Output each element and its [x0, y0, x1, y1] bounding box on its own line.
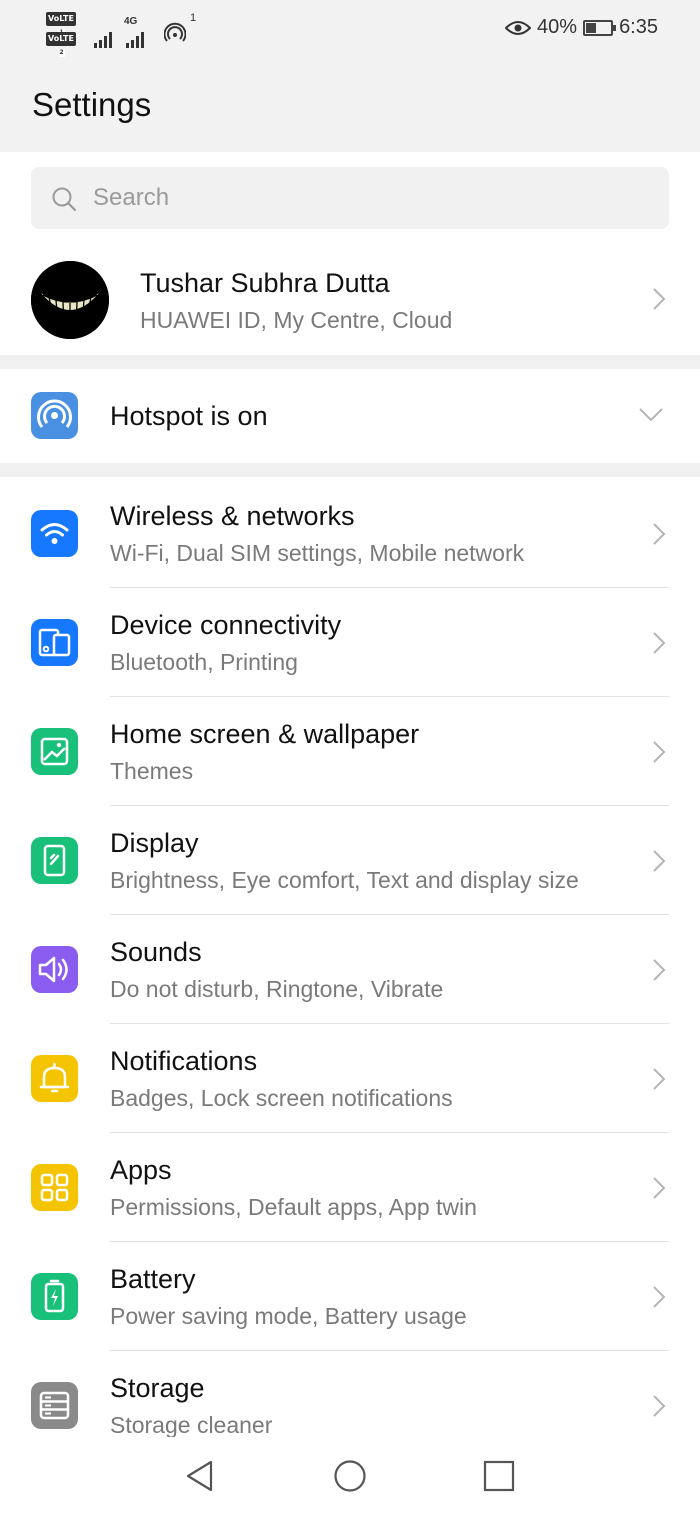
volte-label: VoLTE [48, 34, 74, 43]
search-bar[interactable] [31, 167, 669, 229]
network-type: 4G [124, 16, 138, 27]
chevron-right-icon [653, 850, 666, 872]
settings-item-battery[interactable]: Battery Power saving mode, Battery usage [0, 1242, 700, 1351]
settings-item-subtitle: Themes [110, 758, 194, 784]
grin-avatar-icon [31, 261, 109, 339]
battery-percent: 40% [537, 16, 578, 38]
section-divider [0, 463, 700, 477]
hotspot-label: Hotspot is on [110, 401, 268, 431]
settings-item-title: Sounds [110, 937, 202, 967]
settings-item-wireless-networks[interactable]: Wireless & networks Wi-Fi, Dual SIM sett… [0, 479, 700, 588]
header: Settings [0, 60, 700, 152]
settings-item-home-screen-wallpaper[interactable]: Home screen & wallpaper Themes [0, 697, 700, 806]
battery-app-icon [31, 1273, 78, 1320]
volte-badge-sim2: VoLTE 2 [46, 32, 76, 57]
display-app-icon [31, 837, 78, 884]
hotspot-connected-count: 1 [190, 12, 197, 24]
settings-list: Wireless & networks Wi-Fi, Dual SIM sett… [0, 479, 700, 1460]
bell-icon [39, 1062, 70, 1093]
speaker-icon [38, 956, 68, 983]
settings-item-sounds[interactable]: Sounds Do not disturb, Ringtone, Vibrate [0, 915, 700, 1024]
wifi-icon [40, 523, 69, 544]
battery-icon [44, 1279, 65, 1313]
notifications-app-icon [31, 1055, 78, 1102]
settings-item-title: Storage [110, 1373, 205, 1403]
settings-item-display[interactable]: Display Brightness, Eye comfort, Text an… [0, 806, 700, 915]
storage-app-icon [31, 1382, 78, 1429]
volte-badge-sim1: VoLTE1 [46, 12, 76, 37]
account-row[interactable]: Tushar Subhra Dutta HUAWEI ID, My Centre… [0, 240, 700, 355]
sounds-app-icon [31, 946, 78, 993]
settings-item-notifications[interactable]: Notifications Badges, Lock screen notifi… [0, 1024, 700, 1133]
status-bar-right: 40% 6:35 [505, 16, 658, 39]
chevron-right-icon [653, 741, 666, 763]
display-icon [43, 844, 66, 877]
device-connectivity-app-icon [31, 619, 78, 666]
settings-item-title: Notifications [110, 1046, 258, 1076]
settings-item-subtitle: Do not disturb, Ringtone, Vibrate [110, 976, 444, 1002]
device-connectivity-icon [38, 628, 71, 657]
chevron-right-icon [653, 959, 666, 981]
chevron-right-icon [653, 632, 666, 654]
account-subtitle: HUAWEI ID, My Centre, Cloud [140, 307, 453, 333]
settings-item-title: Device connectivity [110, 610, 342, 640]
hotspot-app-icon [31, 392, 78, 439]
wallpaper-icon [40, 737, 69, 766]
settings-item-subtitle: Badges, Lock screen notifications [110, 1085, 453, 1111]
page-title: Settings [32, 86, 152, 123]
signal-sim2-icon [126, 30, 144, 48]
wireless-app-icon [31, 510, 78, 557]
chevron-right-icon [653, 288, 666, 310]
clock: 6:35 [619, 16, 658, 38]
chevron-right-icon [653, 1286, 666, 1308]
settings-item-apps[interactable]: Apps Permissions, Default apps, App twin [0, 1133, 700, 1242]
settings-item-title: Apps [110, 1155, 172, 1185]
wallpaper-app-icon [31, 728, 78, 775]
back-icon[interactable] [183, 1459, 217, 1493]
storage-icon [39, 1391, 70, 1420]
settings-item-subtitle: Storage cleaner [110, 1412, 273, 1438]
settings-item-subtitle: Power saving mode, Battery usage [110, 1303, 467, 1329]
volte-label: VoLTE [48, 14, 74, 23]
avatar [31, 261, 109, 339]
apps-app-icon [31, 1164, 78, 1211]
home-icon[interactable] [333, 1459, 367, 1493]
settings-item-title: Wireless & networks [110, 501, 355, 531]
settings-item-title: Display [110, 828, 199, 858]
chevron-right-icon [653, 1395, 666, 1417]
chevron-right-icon [653, 523, 666, 545]
hotspot-icon [37, 399, 72, 428]
section-divider [0, 355, 700, 369]
chevron-right-icon [653, 1068, 666, 1090]
battery-status-icon [583, 19, 617, 36]
hotspot-status-icon [164, 22, 186, 42]
chevron-right-icon [653, 1177, 666, 1199]
account-name: Tushar Subhra Dutta [140, 268, 390, 298]
settings-item-device-connectivity[interactable]: Device connectivity Bluetooth, Printing [0, 588, 700, 697]
status-bar: VoLTE1 VoLTE 2 4G 1 40% 6:35 [0, 0, 700, 60]
settings-item-title: Battery [110, 1264, 196, 1294]
eye-comfort-icon [505, 20, 532, 35]
battery-fill [586, 22, 596, 33]
system-nav-bar [0, 1437, 700, 1517]
recents-icon[interactable] [482, 1459, 516, 1493]
settings-item-subtitle: Brightness, Eye comfort, Text and displa… [110, 867, 579, 893]
sim-number: 2 [58, 48, 65, 57]
search-icon [52, 187, 77, 212]
settings-item-subtitle: Bluetooth, Printing [110, 649, 298, 675]
hotspot-row[interactable]: Hotspot is on [0, 369, 700, 463]
search-input[interactable] [93, 167, 653, 229]
chevron-down-icon[interactable] [638, 407, 664, 423]
settings-item-subtitle: Wi-Fi, Dual SIM settings, Mobile network [110, 540, 525, 566]
settings-item-title: Home screen & wallpaper [110, 719, 420, 749]
signal-sim1-icon [94, 30, 112, 48]
settings-item-subtitle: Permissions, Default apps, App twin [110, 1194, 477, 1220]
apps-grid-icon [40, 1173, 69, 1202]
